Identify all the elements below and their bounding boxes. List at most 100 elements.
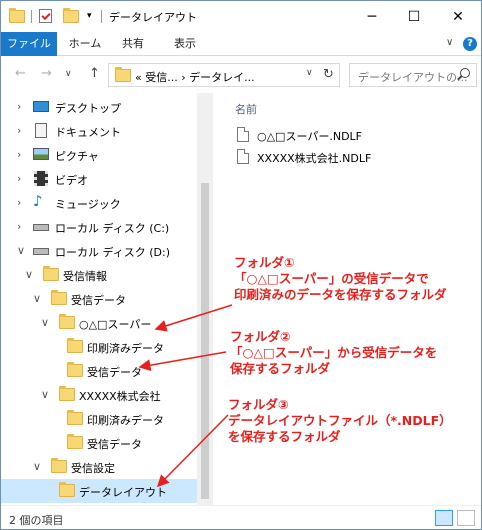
address-dropdown-icon[interactable]: ∨	[306, 68, 313, 78]
file-item[interactable]: ○△□スーパー.NDLF	[237, 125, 477, 147]
ribbon-tabs: ファイル ホーム 共有 表示 ∨ ?	[1, 32, 481, 56]
file-name: ○△□スーパー.NDLF	[257, 130, 362, 143]
help-icon[interactable]: ?	[463, 37, 477, 51]
file-item[interactable]: XXXXX株式会社.NDLF	[237, 147, 477, 169]
folder-icon	[51, 290, 67, 305]
folder-icon	[67, 362, 83, 377]
collapse-icon[interactable]: ∨	[41, 388, 49, 401]
tree-item-documents[interactable]: › ドキュメント	[1, 119, 197, 143]
nav-scrollbar-thumb[interactable]	[201, 183, 209, 499]
search-input[interactable]: データレイアウトの...	[358, 69, 468, 85]
tree-item-receive-info[interactable]: ∨ 受信情報	[1, 263, 197, 287]
tree-item-company[interactable]: ∨ XXXXX株式会社	[1, 383, 197, 407]
item-count: 2 個の項目	[9, 514, 64, 527]
tree-item-company-received[interactable]: 受信データ	[1, 431, 197, 455]
tree-item-printed-data[interactable]: 印刷済みデータ	[1, 335, 197, 359]
annotation-line: 「○△□スーパー」から受信データを	[230, 345, 438, 360]
annotation-title: フォルダ②	[230, 329, 291, 344]
tree-item-label: 受信データ	[71, 294, 126, 307]
search-box[interactable]: データレイアウトの...	[349, 63, 477, 87]
desktop-icon	[33, 99, 49, 113]
minimize-button[interactable]: ─	[351, 1, 393, 32]
tree-item-pictures[interactable]: › ピクチャ	[1, 143, 197, 167]
tree-item-data-layout[interactable]: データレイアウト	[1, 479, 197, 503]
tree-item-label: 印刷済みデータ	[87, 342, 164, 355]
tree-item-label: 受信情報	[63, 270, 107, 283]
large-icons-view-icon[interactable]	[457, 510, 475, 526]
expand-icon[interactable]: ›	[17, 100, 21, 113]
drive-icon	[33, 219, 49, 233]
drive-icon	[33, 243, 49, 257]
forward-button[interactable]: →	[41, 66, 52, 81]
address-bar[interactable]: « 受信... › データレイ... ∨ ↻	[108, 63, 340, 87]
annotation-title: フォルダ③	[228, 397, 289, 412]
tab-share[interactable]: 共有	[115, 32, 151, 56]
annotation-line: 保存するフォルダ	[230, 361, 331, 376]
expand-icon[interactable]: ›	[17, 172, 21, 185]
expand-icon[interactable]: ›	[17, 124, 21, 137]
tree-item-drive-d[interactable]: ∨ ローカル ディスク (D:)	[1, 239, 197, 263]
tree-item-company-printed[interactable]: 印刷済みデータ	[1, 407, 197, 431]
address-path[interactable]: « 受信... › データレイ...	[135, 69, 255, 85]
tree-item-label: ビデオ	[55, 174, 88, 187]
tree-item-receive-settings[interactable]: ∨ 受信設定	[1, 455, 197, 479]
tree-item-label: データレイアウト	[79, 486, 167, 499]
tree-item-label: デスクトップ	[55, 102, 121, 115]
collapse-icon[interactable]: ∨	[41, 316, 49, 329]
annotation-line: データレイアウトファイル（*.NDLF）	[228, 413, 452, 428]
expand-icon[interactable]: ›	[17, 148, 21, 161]
up-button[interactable]: ↑	[89, 66, 100, 81]
window-title: データレイアウト	[109, 11, 197, 24]
annotation-folder-3: フォルダ③ データレイアウトファイル（*.NDLF） を保存するフォルダ	[228, 397, 452, 445]
tab-view[interactable]: 表示	[167, 32, 203, 56]
folder-app-icon	[9, 8, 25, 25]
refresh-icon[interactable]: ↻	[323, 67, 334, 82]
tree-item-videos[interactable]: › ビデオ	[1, 167, 197, 191]
file-icon	[237, 127, 249, 142]
tree-item-music[interactable]: › ♪ ミュージック	[1, 191, 197, 215]
expand-icon[interactable]: ›	[17, 220, 21, 233]
tree-item-label: ドキュメント	[55, 126, 121, 139]
qa-separator	[31, 10, 32, 23]
tree-item-drive-c[interactable]: › ローカル ディスク (C:)	[1, 215, 197, 239]
title-bar: ▾ データレイアウト ─ ☐ ✕	[1, 1, 481, 32]
tree-item-received-data[interactable]: ∨ 受信データ	[1, 287, 197, 311]
address-folder-icon	[115, 67, 131, 82]
annotation-folder-2: フォルダ② 「○△□スーパー」から受信データを 保存するフォルダ	[230, 329, 437, 377]
videos-icon	[33, 171, 49, 186]
collapse-icon[interactable]: ∨	[33, 292, 41, 305]
folder-icon	[51, 458, 67, 473]
back-button[interactable]: ←	[15, 66, 26, 81]
tree-item-supermarket[interactable]: ∨ ○△□スーパー	[1, 311, 197, 335]
details-view-icon[interactable]	[435, 510, 453, 526]
tree-item-label: ピクチャ	[55, 150, 99, 163]
file-icon	[237, 149, 249, 164]
ribbon-expand-icon[interactable]: ∨	[446, 37, 453, 48]
collapse-icon[interactable]: ∨	[25, 268, 33, 281]
annotation-folder-1: フォルダ① 「○△□スーパー」の受信データで 印刷済みのデータを保存するフォルダ	[234, 255, 447, 303]
tab-home[interactable]: ホーム	[63, 32, 107, 56]
tree-item-desktop[interactable]: › デスクトップ	[1, 95, 197, 119]
navigation-bar: ← → ∨ ↑ « 受信... › データレイ... ∨ ↻ データレイアウトの…	[1, 57, 481, 93]
music-icon: ♪	[33, 192, 43, 210]
qa-dropdown-icon[interactable]: ▾	[87, 11, 97, 27]
tree-item-received-data-sub[interactable]: 受信データ	[1, 359, 197, 383]
expand-icon[interactable]: ›	[17, 196, 21, 209]
tree-item-label: 印刷済みデータ	[87, 414, 164, 427]
file-name: XXXXX株式会社.NDLF	[257, 152, 372, 165]
tab-file[interactable]: ファイル	[1, 32, 57, 56]
recent-locations-icon[interactable]: ∨	[65, 69, 72, 79]
properties-icon[interactable]	[39, 9, 53, 25]
close-button[interactable]: ✕	[437, 1, 479, 32]
maximize-button[interactable]: ☐	[393, 1, 435, 32]
documents-icon	[33, 123, 49, 138]
annotation-line: 「○△□スーパー」の受信データで	[234, 271, 429, 286]
tree-item-label: 受信設定	[71, 462, 115, 475]
collapse-icon[interactable]: ∨	[17, 244, 25, 257]
tree-item-label: ○△□スーパー	[79, 318, 152, 331]
folder-icon	[59, 386, 75, 401]
new-folder-icon[interactable]	[63, 8, 79, 25]
column-header-name[interactable]: 名前	[235, 101, 257, 117]
folder-icon	[67, 410, 83, 425]
collapse-icon[interactable]: ∨	[33, 460, 41, 473]
